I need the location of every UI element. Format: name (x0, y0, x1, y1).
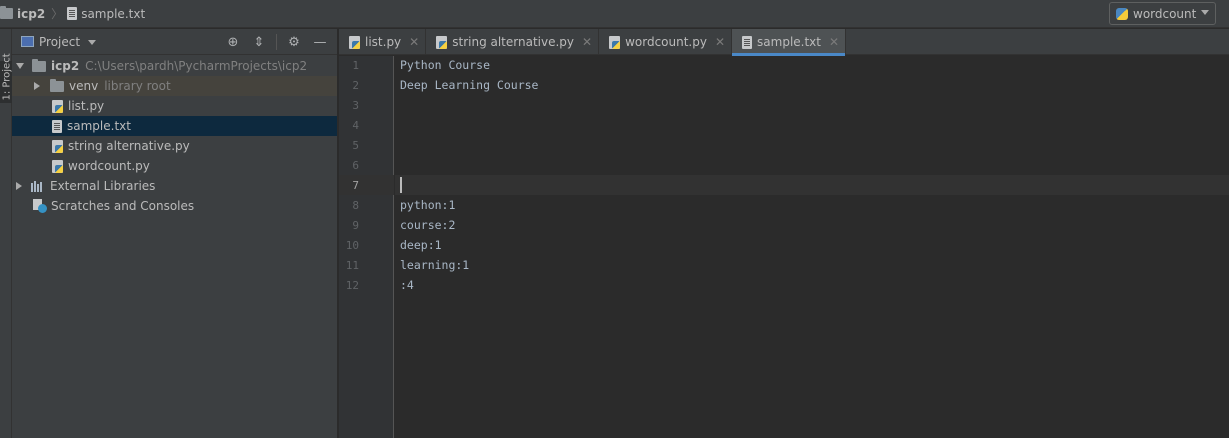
breadcrumb-chevron-icon: 〉 (51, 7, 64, 21)
line-number: 2 (352, 79, 359, 92)
tree-item-label: icp2 (51, 59, 80, 73)
line-number: 6 (352, 159, 359, 172)
python-file-icon (436, 35, 448, 49)
chevron-down-icon (1201, 10, 1209, 15)
project-view-icon (21, 36, 34, 47)
tree-item-label: list.py (68, 99, 105, 113)
collapse-all-icon[interactable]: ⇕ (248, 32, 270, 52)
editor-tabs: list.py ✕ string alternative.py ✕ wordco… (339, 29, 1229, 56)
tree-item-file[interactable]: sample.txt (12, 116, 337, 136)
code-line[interactable]: Python Course (400, 58, 490, 72)
run-configuration-label: wordcount (1133, 6, 1197, 21)
folder-icon (0, 6, 13, 19)
tree-item-file[interactable]: wordcount.py (12, 156, 337, 176)
python-file-icon (52, 99, 63, 113)
project-panel-header: Project ⊕ ⇕ ⚙ — (12, 29, 337, 55)
project-panel-toolbar: ⊕ ⇕ ⚙ — (218, 32, 331, 52)
tree-item-file[interactable]: list.py (12, 96, 337, 116)
code-line[interactable]: course:2 (400, 218, 455, 232)
project-panel: Project ⊕ ⇕ ⚙ — icp2 C:\Users\pardh\Pych… (12, 29, 338, 438)
project-panel-title: Project (39, 34, 81, 49)
line-number: 9 (352, 219, 359, 232)
breadcrumb-file[interactable]: sample.txt (67, 0, 145, 28)
python-file-icon (349, 35, 360, 49)
tree-item-hint: library root (104, 79, 171, 93)
tab-label: wordcount.py (625, 35, 707, 49)
current-line-highlight (395, 175, 1229, 195)
line-number: 11 (345, 259, 359, 272)
code-line[interactable]: deep:1 (400, 238, 442, 252)
line-number: 7 (352, 179, 359, 192)
python-file-icon (52, 159, 63, 173)
python-file-icon (609, 35, 621, 49)
close-icon[interactable]: ✕ (409, 35, 419, 49)
expand-arrow-icon[interactable] (34, 82, 40, 90)
text-file-icon (67, 7, 78, 20)
left-tool-strip: 1: Project (0, 29, 13, 438)
tab-label: list.py (365, 35, 402, 49)
tab-sample-txt[interactable]: sample.txt ✕ (732, 29, 847, 56)
close-icon[interactable]: ✕ (829, 35, 839, 49)
tree-item-scratches[interactable]: Scratches and Consoles (12, 196, 337, 216)
breadcrumb-project[interactable]: icp2 〉 (0, 0, 63, 28)
code-line[interactable]: learning:1 (400, 258, 469, 272)
line-number: 8 (352, 199, 359, 212)
project-tree: icp2 C:\Users\pardh\PycharmProjects\icp2… (12, 55, 337, 216)
line-number: 5 (352, 139, 359, 152)
tab-label: string alternative.py (452, 35, 575, 49)
close-icon[interactable]: ✕ (582, 35, 592, 49)
chevron-down-icon (88, 40, 97, 45)
tab-label: sample.txt (757, 35, 821, 49)
text-caret (400, 177, 402, 193)
breadcrumb-project-label: icp2 (17, 6, 46, 21)
breadcrumb-file-label: sample.txt (81, 6, 146, 21)
line-number: 12 (345, 279, 359, 292)
code-line[interactable]: :4 (400, 278, 414, 292)
tab-string-alternative-py[interactable]: string alternative.py ✕ (426, 29, 600, 55)
python-file-icon (52, 139, 63, 153)
library-icon (31, 180, 45, 192)
tree-item-venv[interactable]: venv library root (12, 76, 337, 96)
locate-file-icon[interactable]: ⊕ (222, 32, 244, 52)
line-number: 10 (345, 239, 359, 252)
tree-item-label: External Libraries (50, 179, 156, 193)
expand-arrow-icon[interactable] (16, 182, 22, 190)
expand-arrow-icon[interactable] (16, 63, 24, 69)
folder-icon (50, 78, 64, 92)
tree-item-label: Scratches and Consoles (51, 199, 195, 213)
line-number: 1 (352, 59, 359, 72)
folder-icon (32, 58, 46, 72)
navigation-bar: icp2 〉 sample.txt wordcount (0, 0, 1229, 28)
text-file-icon (52, 119, 62, 133)
tab-wordcount-py[interactable]: wordcount.py ✕ (599, 29, 733, 55)
tree-item-file[interactable]: string alternative.py (12, 136, 337, 156)
tree-item-label: wordcount.py (68, 159, 150, 173)
toolbar-divider (276, 34, 277, 50)
tree-item-label: venv (69, 79, 99, 93)
tree-item-label: string alternative.py (68, 139, 190, 153)
scratches-icon (33, 198, 48, 214)
tab-list-py[interactable]: list.py ✕ (339, 29, 427, 55)
project-tool-window-label: 1: Project (1, 53, 13, 101)
text-file-icon (742, 35, 753, 49)
editor[interactable]: 1 2 3 4 5 6 7 8 9 10 11 12 Python Course… (339, 56, 1229, 438)
project-view-selector[interactable]: Project (21, 34, 97, 49)
tree-item-root[interactable]: icp2 C:\Users\pardh\PycharmProjects\icp2 (12, 56, 337, 76)
hide-panel-icon[interactable]: — (309, 32, 331, 52)
line-number: 4 (352, 119, 359, 132)
tree-item-label: sample.txt (67, 119, 131, 133)
tree-item-path: C:\Users\pardh\PycharmProjects\icp2 (85, 59, 308, 73)
python-icon (1116, 7, 1128, 20)
tree-item-external-libraries[interactable]: External Libraries (12, 176, 337, 196)
project-tool-window-tab[interactable]: 1: Project (0, 53, 13, 103)
code-line[interactable]: python:1 (400, 198, 455, 212)
run-configuration-dropdown[interactable]: wordcount (1109, 2, 1216, 25)
line-number: 3 (352, 99, 359, 112)
gear-icon[interactable]: ⚙ (283, 32, 305, 52)
code-line[interactable]: Deep Learning Course (400, 78, 538, 92)
close-icon[interactable]: ✕ (715, 35, 725, 49)
